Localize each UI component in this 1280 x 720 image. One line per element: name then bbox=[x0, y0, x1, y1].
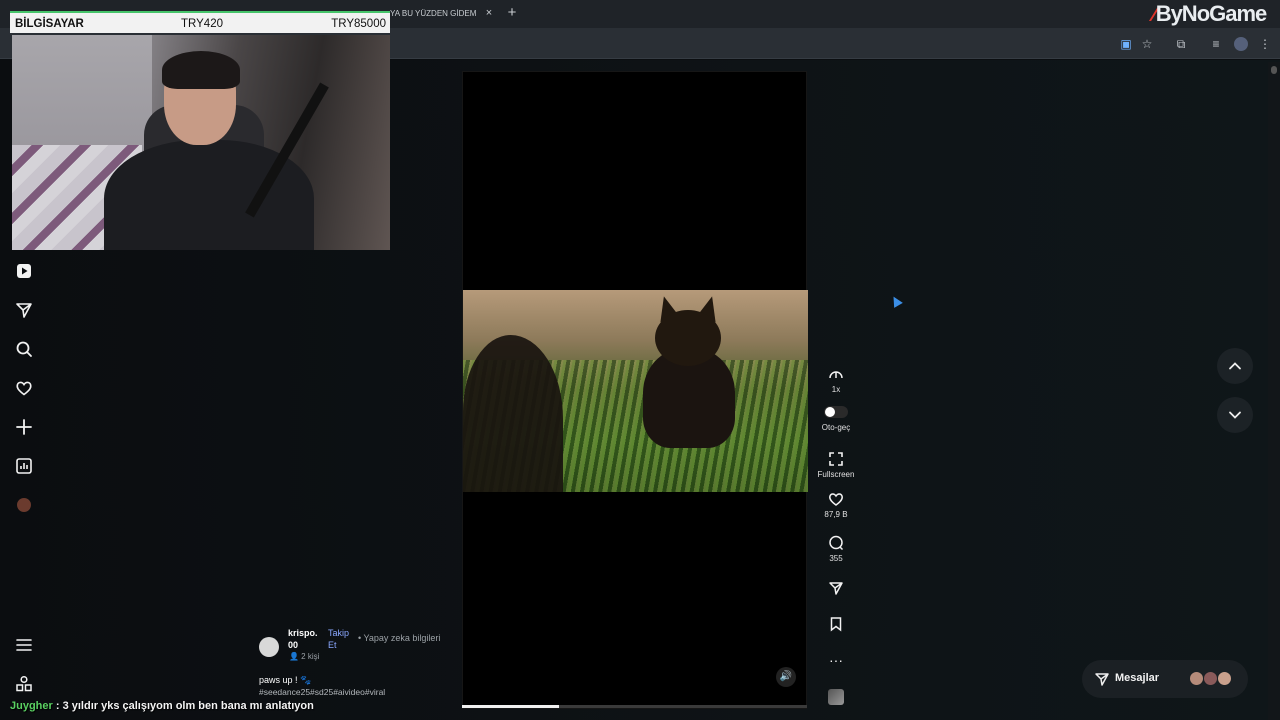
scrollbar-thumb[interactable] bbox=[1271, 66, 1277, 74]
webcam-feed bbox=[12, 35, 390, 250]
comment-icon bbox=[816, 535, 856, 553]
comment-count: 355 bbox=[829, 554, 843, 563]
chevron-up-icon bbox=[1229, 362, 1241, 370]
messages-label: Mesajlar bbox=[1115, 672, 1160, 684]
creator-name[interactable]: krispo. 00 bbox=[288, 627, 324, 651]
toggle-track bbox=[824, 406, 848, 418]
heart-icon[interactable] bbox=[14, 378, 34, 398]
browser-menu-icon[interactable]: ⋮ bbox=[1256, 35, 1274, 53]
more-options-button[interactable]: ··· bbox=[816, 651, 856, 669]
video-player[interactable] bbox=[462, 71, 808, 709]
previous-video-button[interactable] bbox=[1217, 348, 1253, 384]
scrollbar[interactable] bbox=[1268, 62, 1280, 720]
send-icon bbox=[1095, 673, 1109, 686]
extensions-icon[interactable]: ⧉ bbox=[1172, 35, 1190, 53]
video-progress-fill bbox=[462, 705, 559, 708]
profile-avatar[interactable] bbox=[17, 498, 31, 512]
message-avatar bbox=[1217, 671, 1232, 686]
toggle-switch bbox=[816, 404, 856, 422]
autoplay-label: Oto-geç bbox=[821, 423, 851, 432]
video-frame-kittens bbox=[463, 290, 808, 492]
save-button[interactable] bbox=[816, 616, 856, 634]
goal-current: TRY420 bbox=[181, 18, 223, 30]
music-cover bbox=[828, 689, 844, 705]
follow-button[interactable]: Takip Et bbox=[328, 627, 356, 651]
bynogame-logo: ⁄ByNoGame bbox=[1153, 1, 1268, 27]
play-icon[interactable] bbox=[14, 261, 34, 281]
chevron-down-icon bbox=[1229, 411, 1241, 419]
message-avatar bbox=[1203, 671, 1218, 686]
video-kitten bbox=[643, 293, 735, 448]
toggle-knob bbox=[825, 407, 835, 417]
send-icon bbox=[816, 580, 856, 598]
message-avatar bbox=[1189, 671, 1204, 686]
chat-username: Juygher bbox=[10, 700, 53, 712]
goal-target: TRY85000 bbox=[331, 18, 386, 30]
kitten-head bbox=[655, 310, 721, 366]
apps-icon[interactable] bbox=[14, 674, 34, 694]
bookmark-icon bbox=[816, 616, 856, 634]
next-video-button[interactable] bbox=[1217, 397, 1253, 433]
video-kitten-blurred bbox=[463, 335, 563, 492]
chat-text: : 3 yıldır yks çalışıyom olm ben bana mı… bbox=[52, 700, 314, 712]
like-count: 87,9 B bbox=[824, 510, 848, 519]
bynogame-logo-text: ByNoGame bbox=[1155, 1, 1268, 26]
follower-count: 👤 2 kişi bbox=[289, 652, 320, 661]
video-caption: paws up ! 🐾 bbox=[259, 675, 312, 685]
music-button[interactable] bbox=[816, 689, 856, 707]
ai-info-label[interactable]: • Yapay zeka bilgileri bbox=[358, 633, 440, 643]
close-tab-icon[interactable]: × bbox=[482, 5, 496, 21]
messages-button[interactable]: Mesajlar bbox=[1082, 660, 1248, 698]
fullscreen-label: Fullscreen bbox=[817, 470, 855, 479]
heart-icon bbox=[816, 491, 856, 509]
browser-profile-avatar[interactable] bbox=[1234, 37, 1248, 51]
fullscreen-button[interactable]: Fullscreen bbox=[816, 451, 856, 479]
search-icon[interactable] bbox=[14, 339, 34, 359]
plus-icon[interactable] bbox=[14, 417, 34, 437]
share-button[interactable] bbox=[816, 580, 856, 598]
playback-speed-button[interactable]: 1x bbox=[816, 366, 856, 394]
video-progress-bar[interactable] bbox=[462, 705, 807, 708]
autoplay-toggle[interactable]: Oto-geç bbox=[816, 404, 856, 432]
volume-button[interactable]: 🔊 bbox=[776, 667, 796, 687]
cast-icon[interactable]: ▣ bbox=[1117, 35, 1135, 53]
like-button[interactable]: 87,9 B bbox=[816, 491, 856, 519]
video-hashtags[interactable]: #seedance25#sd25#aivideo#viral bbox=[259, 687, 385, 697]
send-icon[interactable] bbox=[14, 300, 34, 320]
new-tab-button[interactable]: + bbox=[504, 4, 520, 22]
media-controls-icon[interactable]: ≡ bbox=[1207, 35, 1225, 53]
menu-icon[interactable] bbox=[14, 635, 34, 655]
stats-icon[interactable] bbox=[14, 456, 34, 476]
fullscreen-icon bbox=[816, 451, 856, 469]
bookmark-star-icon[interactable]: ☆ bbox=[1138, 35, 1156, 53]
donation-goal-bar: BİLGİSAYAR TRY420 TRY85000 bbox=[10, 11, 390, 33]
stream-chat-message: Juygher : 3 yıldır yks çalışıyom olm ben… bbox=[10, 700, 314, 712]
comment-button[interactable]: 355 bbox=[816, 535, 856, 563]
music-disc-icon bbox=[816, 689, 856, 707]
more-icon: ··· bbox=[829, 652, 843, 668]
creator-avatar[interactable] bbox=[259, 637, 279, 657]
goal-label: BİLGİSAYAR bbox=[15, 18, 84, 30]
speed-label: 1x bbox=[831, 385, 841, 394]
speed-gauge-icon bbox=[816, 366, 856, 384]
webcam-hair bbox=[162, 51, 240, 89]
